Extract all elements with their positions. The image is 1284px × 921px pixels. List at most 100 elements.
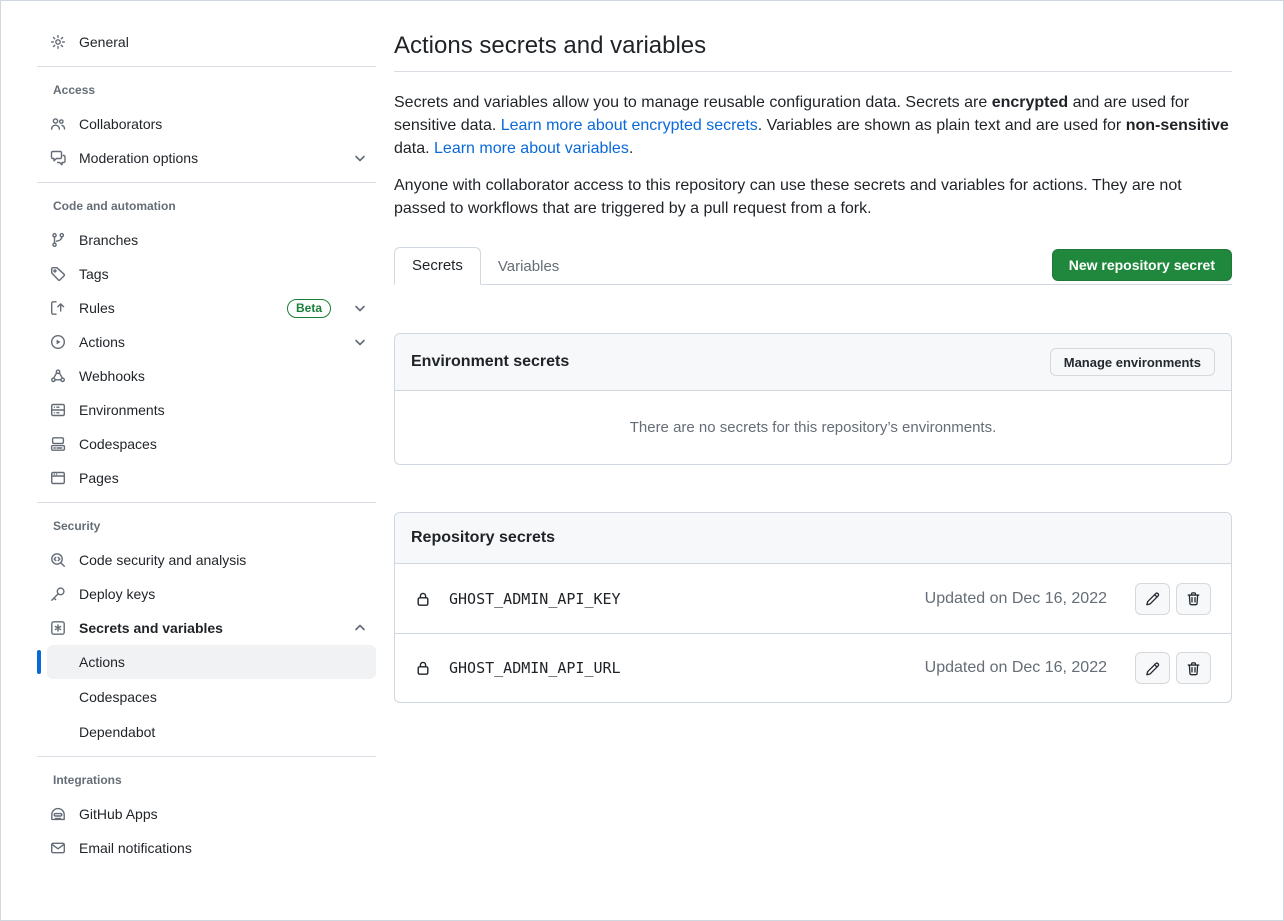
sidebar-item-label: Rules [79, 300, 274, 316]
sidebar-item-github-apps[interactable]: GitHub Apps [37, 797, 376, 831]
sidebar-item-label: Secrets and variables [79, 620, 339, 636]
comment-discussion-icon [50, 150, 66, 166]
secret-row-actions [1135, 583, 1211, 615]
edit-secret-button[interactable] [1135, 583, 1170, 615]
chevron-down-icon [352, 150, 368, 166]
sidebar-item-tags[interactable]: Tags [37, 257, 376, 291]
link-learn-encrypted-secrets[interactable]: Learn more about encrypted secrets [501, 117, 758, 134]
sidebar-item-actions[interactable]: Actions [37, 325, 376, 359]
sidebar-item-secrets-and-variables[interactable]: Secrets and variables [37, 611, 376, 645]
sidebar-item-label: Email notifications [79, 840, 368, 856]
environment-secrets-header: Environment secrets Manage environments [395, 334, 1231, 391]
hubot-icon [50, 806, 66, 822]
sidebar-item-general[interactable]: General [37, 25, 376, 59]
repository-secrets-box: Repository secrets GHOST_ADMIN_API_KEY U… [394, 512, 1232, 703]
intro-text: Secrets and variables allow you to manag… [394, 94, 992, 111]
webhook-icon [50, 368, 66, 384]
pencil-icon [1145, 661, 1160, 676]
git-branch-icon [50, 232, 66, 248]
chevron-down-icon [352, 300, 368, 316]
tab-variables[interactable]: Variables [481, 249, 576, 285]
sidebar-item-deploy-keys[interactable]: Deploy keys [37, 577, 376, 611]
sidebar-item-label: Deploy keys [79, 586, 368, 602]
sidebar-item-pages[interactable]: Pages [37, 461, 376, 495]
code-scan-icon [50, 552, 66, 568]
tab-secrets[interactable]: Secrets [394, 247, 481, 285]
sidebar-item-code-security[interactable]: Code security and analysis [37, 543, 376, 577]
sidebar-item-codespaces[interactable]: Codespaces [37, 427, 376, 461]
people-icon [50, 116, 66, 132]
delete-secret-button[interactable] [1176, 583, 1211, 615]
trash-icon [1186, 591, 1201, 606]
intro-bold-nonsensitive: non-sensitive [1126, 117, 1229, 134]
main-content: Actions secrets and variables Secrets an… [394, 29, 1232, 703]
sidebar-item-label: Codespaces [79, 436, 368, 452]
key-icon [50, 586, 66, 602]
gear-icon [50, 34, 66, 50]
lock-icon [415, 591, 431, 607]
new-repository-secret-button[interactable]: New repository secret [1052, 249, 1232, 281]
repo-settings-page: General Access Collaborators [0, 0, 1284, 921]
beta-badge: Beta [287, 299, 331, 318]
secret-updated: Updated on Dec 16, 2022 [925, 659, 1107, 677]
page-title: Actions secrets and variables [394, 29, 1232, 72]
secret-name: GHOST_ADMIN_API_URL [449, 659, 621, 677]
sidebar-item-label: General [79, 34, 368, 50]
intro-text: . [629, 140, 633, 157]
delete-secret-button[interactable] [1176, 652, 1211, 684]
repository-secrets-header: Repository secrets [395, 513, 1231, 564]
secret-row: GHOST_ADMIN_API_URL Updated on Dec 16, 2… [395, 633, 1231, 702]
sidebar-section-code-and-automation: Code and automation [37, 183, 376, 223]
sidebar-subitem-label: Dependabot [79, 724, 155, 740]
sidebar-item-label: Code security and analysis [79, 552, 368, 568]
sidebar-section-security: Security [37, 503, 376, 543]
sidebar-section-access: Access [37, 67, 376, 107]
pencil-icon [1145, 591, 1160, 606]
manage-environments-button[interactable]: Manage environments [1050, 348, 1215, 376]
environment-secrets-title: Environment secrets [411, 353, 569, 371]
intro-text: data. [394, 140, 434, 157]
sidebar-subitem-label: Actions [79, 654, 125, 670]
sidebar-item-label: Collaborators [79, 116, 368, 132]
link-learn-variables[interactable]: Learn more about variables [434, 140, 629, 157]
collaborator-paragraph: Anyone with collaborator access to this … [394, 174, 1232, 220]
secret-row: GHOST_ADMIN_API_KEY Updated on Dec 16, 2… [395, 564, 1231, 633]
rules-icon [50, 300, 66, 316]
server-icon [50, 402, 66, 418]
sidebar-item-label: Pages [79, 470, 368, 486]
repository-secrets-title: Repository secrets [411, 529, 555, 547]
sidebar-item-branches[interactable]: Branches [37, 223, 376, 257]
chevron-down-icon [352, 334, 368, 350]
environment-secrets-empty-text: There are no secrets for this repository… [395, 391, 1231, 464]
sidebar-item-email-notifications[interactable]: Email notifications [37, 831, 376, 865]
sidebar-subitem-actions[interactable]: Actions [47, 645, 376, 679]
sidebar-item-label: Environments [79, 402, 368, 418]
sidebar-subitem-label: Codespaces [79, 689, 157, 705]
sidebar-subitem-dependabot[interactable]: Dependabot [47, 714, 376, 749]
edit-secret-button[interactable] [1135, 652, 1170, 684]
intro-paragraph: Secrets and variables allow you to manag… [394, 91, 1232, 160]
sidebar-item-collaborators[interactable]: Collaborators [37, 107, 376, 141]
sidebar-item-label: Actions [79, 334, 339, 350]
lock-icon [415, 660, 431, 676]
sidebar-item-label: GitHub Apps [79, 806, 368, 822]
sidebar-item-webhooks[interactable]: Webhooks [37, 359, 376, 393]
tab-row: Secrets Variables New repository secret [394, 247, 1232, 285]
sidebar-item-label: Branches [79, 232, 368, 248]
mail-icon [50, 840, 66, 856]
sidebar-section-integrations: Integrations [37, 757, 376, 797]
secret-box-icon [50, 620, 66, 636]
intro-bold-encrypted: encrypted [992, 94, 1068, 111]
secret-name: GHOST_ADMIN_API_KEY [449, 590, 621, 608]
sidebar-item-environments[interactable]: Environments [37, 393, 376, 427]
trash-icon [1186, 661, 1201, 676]
sidebar-subitem-codespaces[interactable]: Codespaces [47, 679, 376, 714]
codespaces-icon [50, 436, 66, 452]
settings-sidebar: General Access Collaborators [37, 25, 376, 865]
secret-row-actions [1135, 652, 1211, 684]
selected-indicator [37, 650, 41, 674]
sidebar-item-rules[interactable]: Rules Beta [37, 291, 376, 325]
environment-secrets-box: Environment secrets Manage environments … [394, 333, 1232, 465]
intro-text: . Variables are shown as plain text and … [758, 117, 1126, 134]
sidebar-item-moderation-options[interactable]: Moderation options [37, 141, 376, 175]
